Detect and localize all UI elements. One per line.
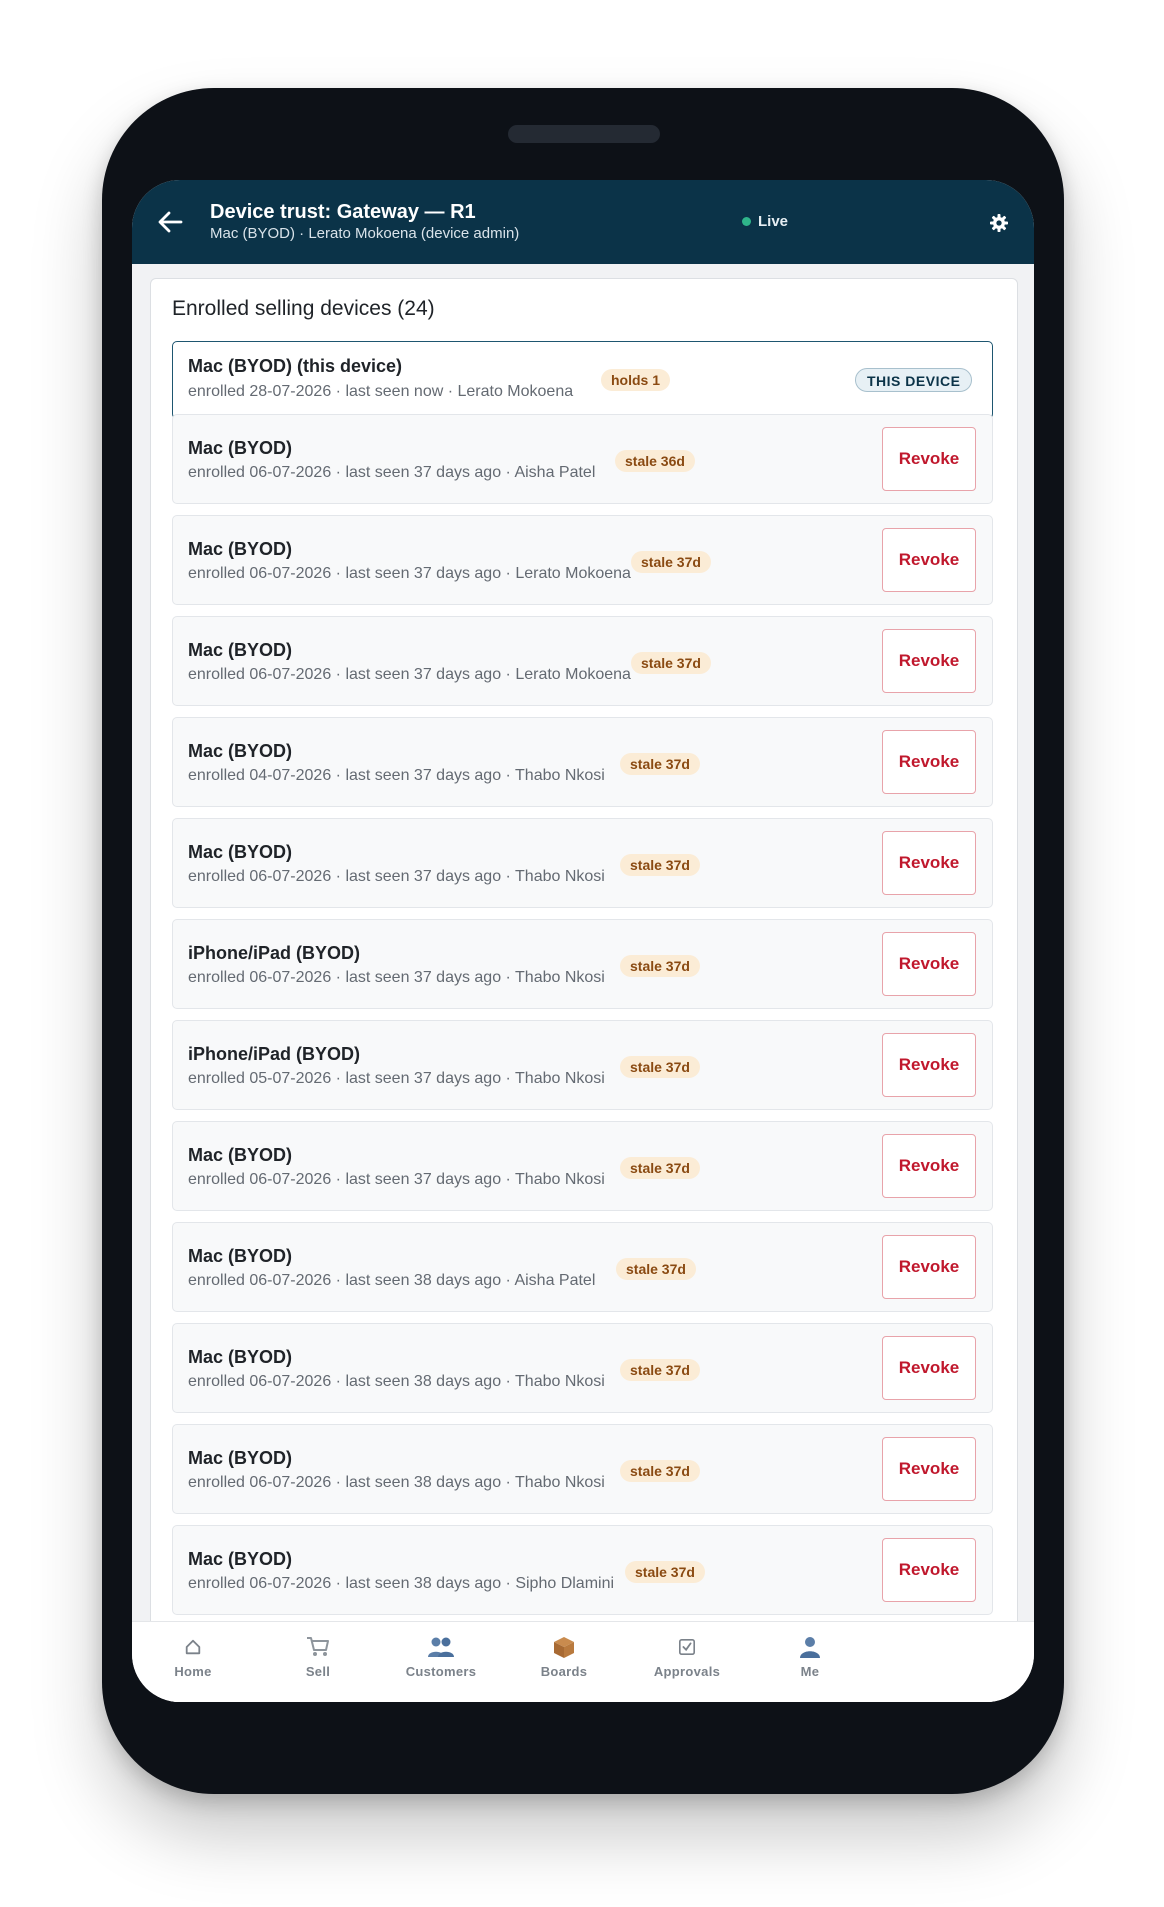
device-meta: enrolled 06-07-2026 · last seen 37 days … — [188, 868, 605, 885]
revoke-button[interactable]: Revoke — [882, 528, 976, 592]
app-header: Device trust: Gateway — R1 Mac (BYOD) · … — [132, 180, 1034, 264]
stale-badge: stale 37d — [620, 1460, 700, 1482]
tab-label: Customers — [405, 1664, 477, 1679]
device-meta: enrolled 06-07-2026 · last seen 37 days … — [188, 464, 596, 481]
cart-icon — [306, 1634, 330, 1660]
device-meta: enrolled 06-07-2026 · last seen 37 days … — [188, 565, 631, 582]
stale-badge: stale 37d — [631, 551, 711, 573]
device-name: Mac (BYOD) — [188, 1549, 293, 1569]
live-status-label: Live — [758, 213, 789, 230]
device-row: Mac (BYOD) enrolled 06-07-2026 · last se… — [172, 1222, 993, 1312]
device-row: Mac (BYOD) enrolled 06-07-2026 · last se… — [172, 1323, 993, 1413]
back-button[interactable] — [152, 204, 188, 240]
page-title: Device trust: Gateway — R1 — [210, 201, 476, 223]
this-device-tag: THIS DEVICE — [855, 368, 973, 392]
current-device-row: Mac (BYOD) (this device) enrolled 28-07-… — [172, 341, 993, 419]
tab-label: Home — [174, 1664, 212, 1679]
device-name: Mac (BYOD) — [188, 438, 293, 458]
person-icon — [798, 1634, 822, 1660]
stale-badge: stale 37d — [631, 652, 711, 674]
bottom-tab-bar: Home Sell Customers Boards Approvals Me — [132, 1621, 1034, 1702]
tab-me[interactable]: Me — [735, 1622, 885, 1692]
revoke-button[interactable]: Revoke — [882, 831, 976, 895]
device-row: iPhone/iPad (BYOD) enrolled 05-07-2026 ·… — [172, 1020, 993, 1110]
stale-badge: stale 37d — [620, 1056, 700, 1078]
device-row: Mac (BYOD) enrolled 06-07-2026 · last se… — [172, 616, 993, 706]
gear-icon — [990, 214, 1008, 232]
revoke-button[interactable]: Revoke — [882, 932, 976, 996]
device-name: Mac (BYOD) — [188, 741, 293, 761]
device-row: iPhone/iPad (BYOD) enrolled 06-07-2026 ·… — [172, 919, 993, 1009]
device-meta: enrolled 06-07-2026 · last seen 38 days … — [188, 1373, 605, 1390]
device-meta: enrolled 04-07-2026 · last seen 37 days … — [188, 767, 605, 784]
revoke-button[interactable]: Revoke — [882, 1437, 976, 1501]
device-row: Mac (BYOD) enrolled 06-07-2026 · last se… — [172, 414, 993, 504]
stale-badge: stale 37d — [625, 1561, 705, 1583]
device-meta: enrolled 06-07-2026 · last seen 37 days … — [188, 969, 605, 986]
device-name: Mac (BYOD) — [188, 1246, 293, 1266]
checkbox-icon — [678, 1634, 696, 1660]
arrow-left-icon — [158, 211, 183, 233]
phone-speaker — [508, 125, 660, 143]
device-row: Mac (BYOD) enrolled 06-07-2026 · last se… — [172, 515, 993, 605]
box-icon — [552, 1634, 576, 1660]
device-meta: enrolled 06-07-2026 · last seen 37 days … — [188, 1171, 605, 1188]
page-subtitle: Mac (BYOD) · Lerato Mokoena (device admi… — [210, 225, 520, 242]
stale-badge: stale 37d — [620, 955, 700, 977]
enrolled-devices-card: Enrolled selling devices (24) Mac (BYOD)… — [150, 278, 1018, 1702]
device-name: Mac (BYOD) — [188, 1448, 293, 1468]
stale-badge: stale 37d — [620, 1359, 700, 1381]
device-meta: enrolled 28-07-2026 · last seen now · Le… — [188, 383, 574, 400]
device-name: iPhone/iPad (BYOD) — [188, 1044, 361, 1064]
app-screen: Device trust: Gateway — R1 Mac (BYOD) · … — [132, 180, 1034, 1702]
stale-badge: stale 37d — [616, 1258, 696, 1280]
revoke-button[interactable]: Revoke — [882, 730, 976, 794]
live-dot-icon — [742, 217, 751, 226]
revoke-button[interactable]: Revoke — [882, 1033, 976, 1097]
device-meta: enrolled 05-07-2026 · last seen 37 days … — [188, 1070, 605, 1087]
home-icon — [184, 1634, 202, 1660]
revoke-button[interactable]: Revoke — [882, 1538, 976, 1602]
stale-badge: stale 36d — [615, 450, 695, 472]
device-name: Mac (BYOD) — [188, 539, 293, 559]
revoke-button[interactable]: Revoke — [882, 1134, 976, 1198]
device-meta: enrolled 06-07-2026 · last seen 38 days … — [188, 1474, 605, 1491]
device-row: Mac (BYOD) enrolled 06-07-2026 · last se… — [172, 1121, 993, 1211]
live-status: Live — [742, 213, 788, 230]
device-row: Mac (BYOD) enrolled 04-07-2026 · last se… — [172, 717, 993, 807]
device-name: iPhone/iPad (BYOD) — [188, 943, 361, 963]
header-titles: Device trust: Gateway — R1 Mac (BYOD) · … — [210, 200, 519, 243]
device-meta: enrolled 06-07-2026 · last seen 38 days … — [188, 1272, 596, 1289]
revoke-button[interactable]: Revoke — [882, 427, 976, 491]
revoke-button[interactable]: Revoke — [882, 1336, 976, 1400]
device-row: Mac (BYOD) enrolled 06-07-2026 · last se… — [172, 1424, 993, 1514]
people-icon — [427, 1634, 455, 1660]
tab-label: Sell — [305, 1664, 331, 1679]
device-name: Mac (BYOD) — [188, 1347, 293, 1367]
stale-badge: stale 37d — [620, 854, 700, 876]
device-row: Mac (BYOD) enrolled 06-07-2026 · last se… — [172, 818, 993, 908]
section-title: Enrolled selling devices (24) — [172, 297, 435, 320]
stale-badge: stale 37d — [620, 753, 700, 775]
device-name: Mac (BYOD) — [188, 1145, 293, 1165]
device-row: Mac (BYOD) enrolled 06-07-2026 · last se… — [172, 1525, 993, 1615]
settings-button[interactable] — [986, 210, 1012, 236]
tab-label: Me — [800, 1664, 820, 1679]
device-name: Mac (BYOD) — [188, 640, 293, 660]
revoke-button[interactable]: Revoke — [882, 1235, 976, 1299]
tab-label: Approvals — [653, 1664, 721, 1679]
stale-badge: stale 37d — [620, 1157, 700, 1179]
device-name: Mac (BYOD) — [188, 842, 293, 862]
device-name: Mac (BYOD) (this device) — [188, 356, 403, 376]
device-meta: enrolled 06-07-2026 · last seen 37 days … — [188, 666, 631, 683]
holds-badge: holds 1 — [601, 369, 671, 391]
tab-label: Boards — [540, 1664, 588, 1679]
revoke-button[interactable]: Revoke — [882, 629, 976, 693]
device-meta: enrolled 06-07-2026 · last seen 38 days … — [188, 1575, 615, 1592]
